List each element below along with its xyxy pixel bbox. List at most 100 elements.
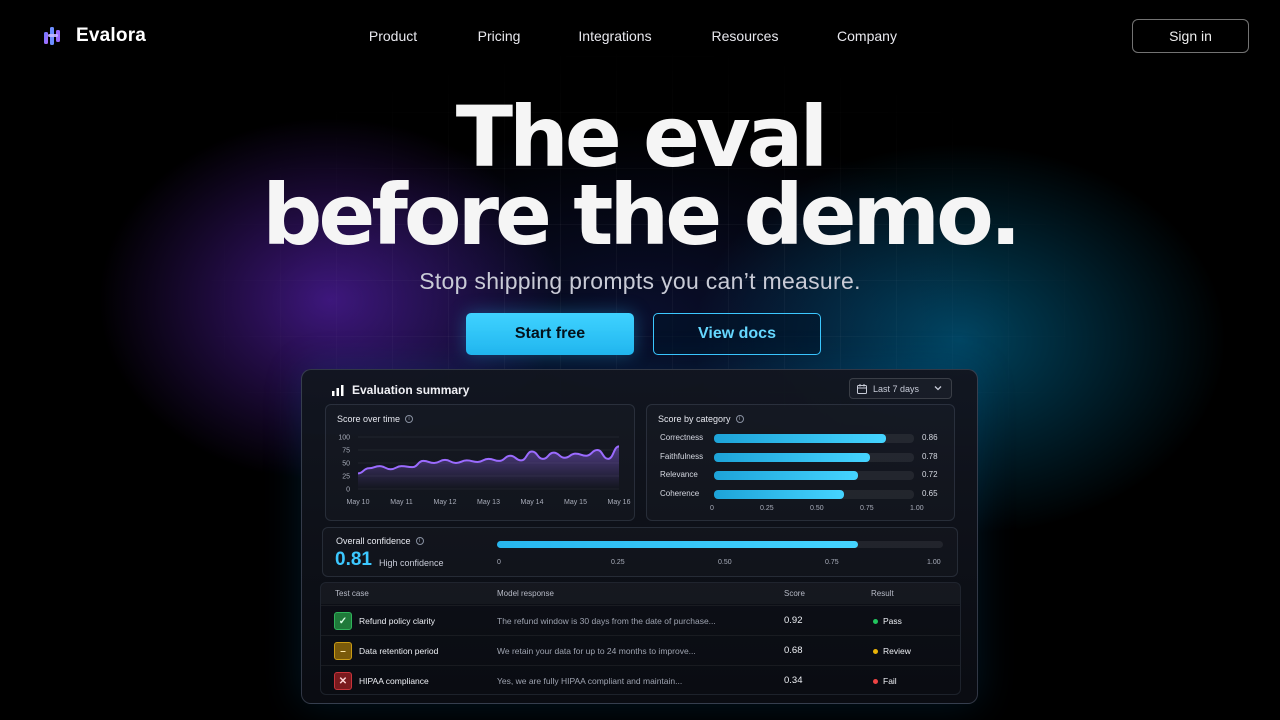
result-label: Pass: [883, 616, 902, 626]
confidence-tick: 0.50: [718, 559, 732, 566]
nav-link-company[interactable]: Company: [837, 28, 897, 44]
confidence-title-row: Overall confidence i: [336, 536, 424, 546]
table-row[interactable]: ✕ HIPAA compliance Yes, we are fully HIP…: [321, 665, 960, 694]
confidence-tick: 0.75: [825, 559, 839, 566]
x-tick-label: May 11: [390, 499, 413, 506]
category-label: Correctness: [660, 433, 704, 442]
dashboard-title: Evaluation summary: [352, 383, 470, 397]
result-label: Fail: [883, 676, 897, 686]
x-tick-label: 1.00: [910, 505, 924, 512]
nav-link-pricing[interactable]: Pricing: [478, 28, 521, 44]
check-icon: ✓: [334, 612, 352, 630]
confidence-title: Overall confidence: [336, 536, 411, 546]
date-range-value: Last 7 days: [873, 383, 920, 394]
test-case-name: HIPAA compliance: [359, 676, 429, 686]
y-tick-label: 0: [346, 487, 350, 494]
bar-track: [714, 434, 914, 443]
x-tick-label: May 12: [434, 499, 457, 506]
result-label: Review: [883, 646, 911, 656]
x-tick-label: May 16: [608, 499, 631, 506]
x-tick-label: May 14: [521, 499, 544, 506]
category-value: 0.72: [922, 470, 938, 479]
sign-in-button[interactable]: Sign in: [1132, 19, 1249, 53]
result-badge: Review: [873, 646, 911, 656]
model-response: We retain your data for up to 24 months …: [497, 646, 696, 656]
column-header-model-response[interactable]: Model response: [497, 589, 554, 598]
score-value: 0.92: [784, 615, 803, 626]
calendar-icon: [857, 383, 867, 394]
nav-link-product[interactable]: Product: [369, 28, 417, 44]
status-dot: [873, 678, 878, 684]
chevron-down-icon: [934, 386, 942, 391]
column-header-score[interactable]: Score: [784, 589, 805, 598]
y-tick-label: 75: [342, 448, 350, 455]
x-tick-label: May 13: [477, 499, 500, 506]
column-header-result[interactable]: Result: [871, 589, 894, 598]
test-case-name: Refund policy clarity: [359, 616, 436, 626]
category-value: 0.78: [922, 451, 938, 461]
confidence-tick: 0: [497, 559, 501, 566]
confidence-bar-track: [497, 541, 943, 548]
y-tick-label: 25: [342, 474, 350, 481]
headline-line-1: The eval: [455, 88, 829, 186]
bar-track: [714, 452, 914, 462]
x-tick-label: 0: [710, 505, 714, 512]
score-over-time-card: Score over time i 0 25 50 75 100 May 10 May 11…: [325, 404, 635, 521]
test-case-name: Data retention period: [359, 646, 439, 656]
bar-track: [714, 471, 914, 480]
score-over-time-chart: 0 25 50 75 100 May 10 May 11 May 12 May 13 May 14…: [338, 435, 631, 507]
bar-track: [714, 489, 914, 499]
category-bar: [714, 489, 844, 499]
score-by-category-chart: Correctness 0.86 Faithfulness 0.78 Relevance…: [647, 405, 956, 522]
table-row[interactable]: ✓ Refund policy clarity The refund windo…: [321, 605, 960, 635]
nav-link-resources[interactable]: Resources: [712, 28, 779, 44]
model-response: The refund window is 30 days from the da…: [497, 616, 716, 626]
table-row[interactable]: – Data retention period We retain your d…: [321, 635, 960, 665]
category-label: Faithfulness: [660, 451, 704, 461]
minus-icon: –: [334, 642, 352, 660]
view-docs-button[interactable]: View docs: [653, 313, 821, 355]
column-header-test-case[interactable]: Test case: [335, 589, 369, 598]
score-value: 0.68: [784, 645, 803, 656]
category-label: Coherence: [660, 488, 700, 498]
hero-subheadline: Stop shipping prompts you can’t measure.: [419, 268, 861, 294]
x-tick-label: 0.75: [860, 505, 874, 512]
y-tick-label: 100: [338, 435, 350, 442]
score-by-category-card: Score by category i Correctness 0.86 Faith…: [646, 404, 955, 521]
status-dot: [873, 618, 878, 624]
hero-headline: The eval before the demo.: [0, 88, 1280, 264]
result-badge: Pass: [873, 616, 902, 626]
headline-line-2: before the demo.: [262, 166, 1021, 264]
table-header: Test case Model response Score Result: [321, 583, 960, 604]
dashboard-header: Evaluation summary: [332, 383, 469, 397]
bar-chart-icon: [332, 384, 344, 396]
nav-link-integrations[interactable]: Integrations: [578, 28, 651, 44]
evaluation-dashboard: Evaluation summary Last 7 days Score ove…: [301, 369, 978, 704]
y-tick-label: 50: [342, 461, 350, 468]
x-tick-label: May 10: [347, 499, 370, 506]
top-navigation: Evalora Product Pricing Integrations Res…: [0, 0, 1280, 72]
category-bar: [714, 434, 886, 443]
category-label: Relevance: [660, 470, 698, 479]
confidence-tick: 0.25: [611, 559, 625, 566]
test-results-table: Test case Model response Score Result ✓ …: [320, 582, 961, 695]
x-tick-label: May 15: [564, 499, 587, 506]
nav-links: Product Pricing Integrations Resources C…: [0, 28, 1280, 48]
overall-confidence-card: Overall confidence i 0.81 High confidenc…: [322, 527, 958, 577]
confidence-tick: 1.00: [927, 559, 941, 566]
category-bar: [714, 471, 858, 480]
category-bar: [714, 452, 870, 462]
date-range-select[interactable]: Last 7 days: [849, 378, 952, 399]
status-dot: [873, 648, 878, 654]
result-badge: Fail: [873, 676, 897, 686]
score-value: 0.34: [784, 675, 803, 686]
category-value: 0.86: [922, 433, 938, 442]
model-response: Yes, we are fully HIPAA compliant and ma…: [497, 676, 683, 686]
info-icon[interactable]: i: [415, 537, 424, 545]
start-free-button[interactable]: Start free: [466, 313, 634, 355]
x-icon: ✕: [334, 672, 352, 690]
confidence-label: High confidence: [379, 558, 444, 568]
confidence-value: 0.81: [335, 549, 372, 570]
category-value: 0.65: [922, 488, 938, 498]
x-tick-label: 0.50: [810, 505, 824, 512]
